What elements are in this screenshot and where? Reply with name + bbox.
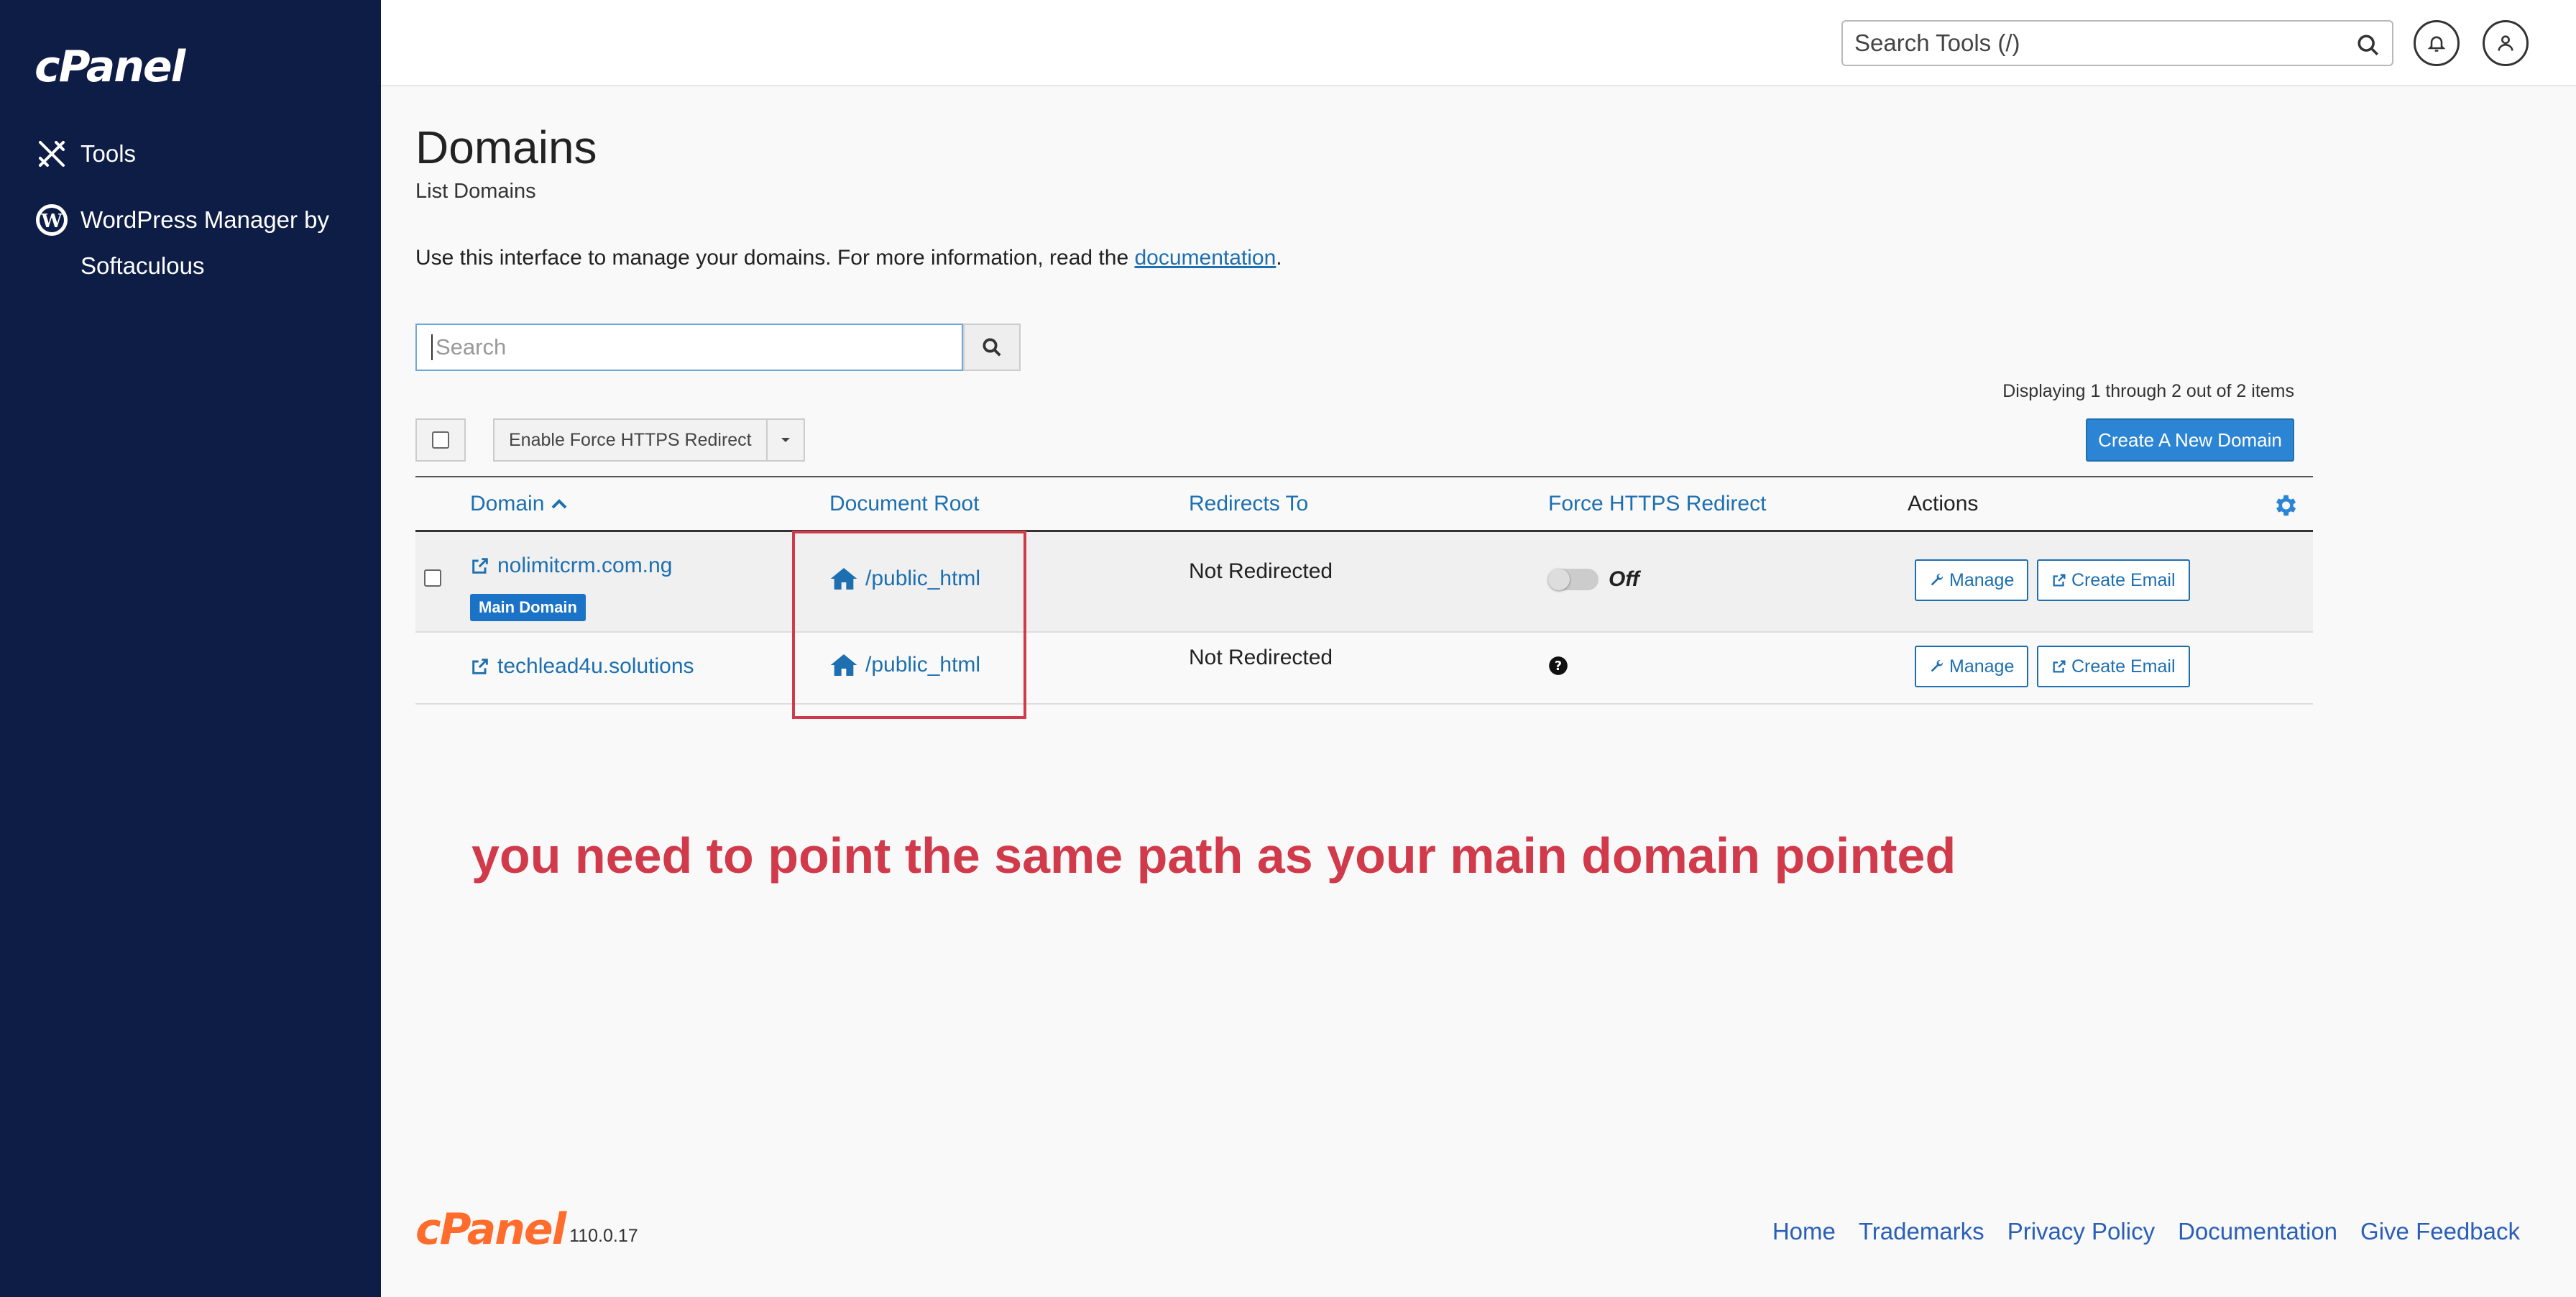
- table-header: Domain Document Root Redirects To Force …: [415, 476, 2313, 532]
- user-icon: [2496, 33, 2516, 53]
- external-link-icon: [470, 556, 490, 576]
- create-email-label: Create Email: [2071, 570, 2176, 591]
- notifications-button[interactable]: [2414, 20, 2460, 66]
- home-icon: [829, 567, 858, 591]
- search-button[interactable]: [963, 324, 1021, 371]
- document-root-path: /public_html: [865, 653, 980, 677]
- checkbox[interactable]: [432, 431, 449, 449]
- wrench-icon: [1929, 572, 1945, 588]
- table-row: nolimitcrm.com.ng Main Domain /public_ht…: [415, 532, 2313, 633]
- external-link-icon: [470, 656, 490, 677]
- sidebar-item-tools[interactable]: Tools: [34, 131, 136, 177]
- sidebar-item-label: Tools: [80, 131, 136, 177]
- checkbox[interactable]: [424, 569, 441, 587]
- annotation-text: you need to point the same path as your …: [472, 827, 1956, 884]
- create-email-label: Create Email: [2071, 656, 2176, 677]
- header-actions: Actions: [1908, 492, 1978, 516]
- search-icon[interactable]: [2356, 33, 2380, 58]
- intro-period: .: [1276, 246, 1282, 270]
- bell-icon: [2426, 33, 2447, 53]
- version-number: 110.0.17: [569, 1226, 638, 1247]
- tools-icon: [34, 137, 69, 171]
- home-icon: [829, 653, 858, 677]
- domains-table: Domain Document Root Redirects To Force …: [415, 476, 2313, 705]
- select-all-checkbox[interactable]: [415, 418, 466, 462]
- toggle-switch[interactable]: [1548, 569, 1598, 590]
- search-tools-input[interactable]: Search Tools (/): [1841, 20, 2393, 66]
- force-https-toggle[interactable]: Off: [1548, 567, 1639, 592]
- manage-label: Manage: [1949, 570, 2014, 591]
- domain-search-input[interactable]: Search: [415, 324, 963, 371]
- row-checkbox[interactable]: [424, 569, 441, 587]
- footer-link-give-feedback[interactable]: Give Feedback: [2360, 1218, 2520, 1245]
- domain-link[interactable]: techlead4u.solutions: [470, 654, 694, 679]
- document-root-link[interactable]: /public_html: [829, 653, 980, 677]
- dropdown-caret-icon[interactable]: [768, 436, 804, 444]
- search-icon: [981, 336, 1003, 358]
- intro-text: Use this interface to manage your domain…: [415, 246, 1282, 270]
- gear-icon[interactable]: [2271, 492, 2299, 519]
- toggle-state-label: Off: [1609, 567, 1639, 591]
- cpanel-logo-text: cPanel: [34, 42, 184, 92]
- footer-link-home[interactable]: Home: [1772, 1218, 1836, 1245]
- help-icon[interactable]: ?: [1548, 656, 1568, 682]
- domain-name: techlead4u.solutions: [497, 654, 694, 679]
- wordpress-icon: W: [34, 203, 69, 237]
- search-tools-placeholder: Search Tools (/): [1854, 29, 2020, 57]
- bulk-action-label[interactable]: Enable Force HTTPS Redirect: [494, 420, 768, 460]
- footer-link-trademarks[interactable]: Trademarks: [1859, 1218, 1984, 1245]
- manage-button[interactable]: Manage: [1915, 646, 2028, 687]
- badge-label: Main Domain: [470, 594, 586, 621]
- document-root-path: /public_html: [865, 567, 980, 591]
- footer-links: Home Trademarks Privacy Policy Documenta…: [1772, 1218, 2520, 1245]
- redirect-status: Not Redirected: [1189, 559, 1333, 584]
- manage-button[interactable]: Manage: [1915, 559, 2028, 601]
- documentation-link[interactable]: documentation: [1134, 246, 1276, 270]
- page-title: Domains: [415, 121, 597, 174]
- domain-name: nolimitcrm.com.ng: [497, 554, 672, 578]
- footer-link-documentation[interactable]: Documentation: [2178, 1218, 2337, 1245]
- external-link-icon: [2051, 659, 2067, 674]
- svg-text:?: ?: [1555, 659, 1562, 674]
- page-subtitle: List Domains: [415, 180, 536, 203]
- header-document-root[interactable]: Document Root: [829, 492, 979, 516]
- create-new-domain-button[interactable]: Create A New Domain: [2086, 418, 2294, 462]
- footer-link-privacy-policy[interactable]: Privacy Policy: [2007, 1218, 2155, 1245]
- create-email-button[interactable]: Create Email: [2037, 646, 2190, 687]
- domain-link[interactable]: nolimitcrm.com.ng: [470, 554, 672, 578]
- cpanel-logo[interactable]: cPanel: [34, 42, 184, 92]
- wrench-icon: [1929, 659, 1945, 674]
- intro-body: Use this interface to manage your domain…: [415, 246, 1128, 270]
- redirect-status: Not Redirected: [1189, 646, 1333, 670]
- user-menu-button[interactable]: [2483, 20, 2529, 66]
- sidebar-item-wordpress-manager[interactable]: W WordPress Manager by Softaculous: [34, 197, 358, 289]
- header-domain-label: Domain: [470, 492, 544, 515]
- footer-logo-text: cPanel: [415, 1208, 565, 1251]
- create-email-button[interactable]: Create Email: [2037, 559, 2190, 601]
- header-force-https[interactable]: Force HTTPS Redirect: [1548, 492, 1766, 516]
- manage-label: Manage: [1949, 656, 2014, 677]
- main-domain-badge: Main Domain: [470, 594, 586, 621]
- search-placeholder: Search: [436, 334, 506, 360]
- document-root-link[interactable]: /public_html: [829, 567, 980, 591]
- topbar: Search Tools (/): [381, 0, 2576, 86]
- table-row: techlead4u.solutions /public_html Not Re…: [415, 633, 2313, 705]
- sort-ascending-icon: [551, 498, 568, 510]
- sidebar-item-label: WordPress Manager by Softaculous: [80, 197, 358, 289]
- sidebar: cPanel Tools W WordPress Manager by Soft…: [0, 0, 381, 1297]
- external-link-icon: [2051, 572, 2067, 588]
- svg-text:W: W: [40, 211, 63, 232]
- header-redirects-to[interactable]: Redirects To: [1189, 492, 1308, 516]
- pagination-info: Displaying 1 through 2 out of 2 items: [2002, 381, 2294, 402]
- footer-cpanel-logo[interactable]: cPanel 110.0.17: [415, 1208, 638, 1251]
- bulk-action-button[interactable]: Enable Force HTTPS Redirect: [493, 418, 805, 462]
- header-domain[interactable]: Domain: [470, 492, 568, 516]
